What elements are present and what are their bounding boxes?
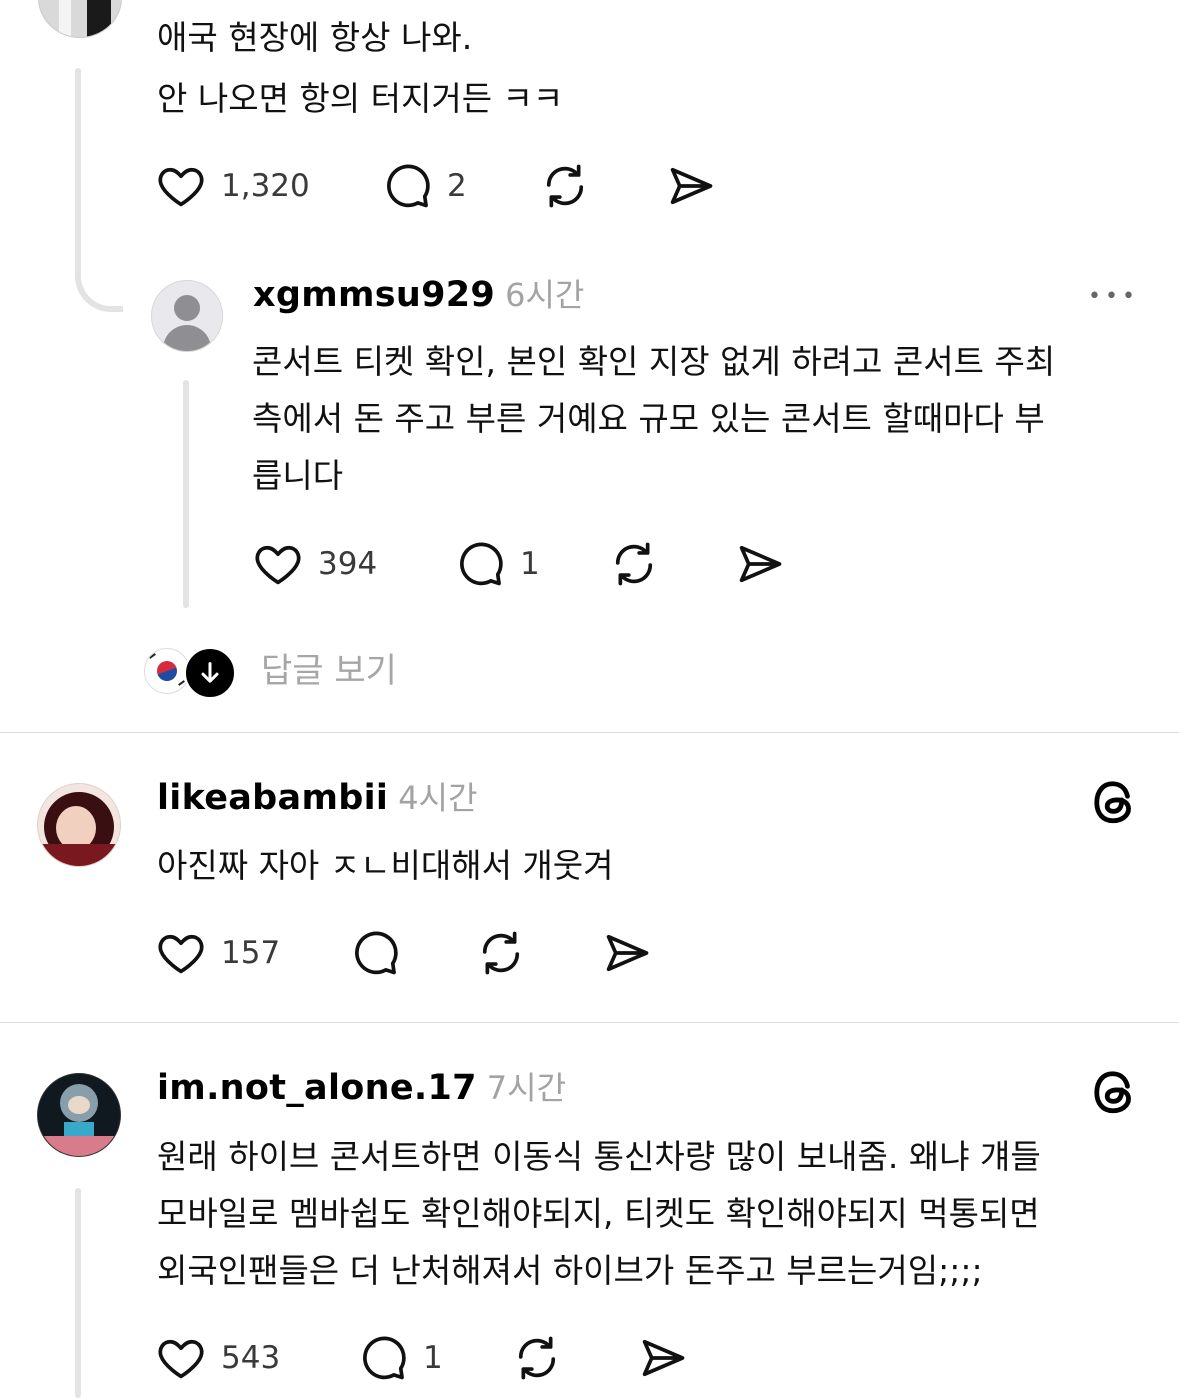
comment-button[interactable]: 1 [357,1328,443,1388]
repost-button[interactable] [539,156,591,216]
repost-icon [608,538,660,590]
heart-icon [155,927,207,979]
thread-line [75,1188,81,1398]
like-button[interactable]: 543 [155,1328,280,1388]
repost-icon [511,1332,563,1384]
post-text-line: 안 나오면 항의 터지거든 ㅋㅋ [157,79,564,118]
avatar-default[interactable] [151,280,223,352]
like-count: 394 [318,546,378,582]
repost-button[interactable] [511,1328,563,1388]
thread-line [183,380,189,608]
share-icon [665,160,717,212]
reply-text-line: 콘서트 티켓 확인, 본인 확인 지장 없게 하려고 콘서트 주최 [252,342,1056,381]
reply-header: xgmmsu929 6시간 [253,270,584,320]
repost-button[interactable] [608,534,660,594]
post-text-line: 외국인팬들은 더 난처해져서 하이브가 돈주고 부르는거임;;;; [157,1251,983,1290]
comment-icon [349,927,401,979]
share-icon [734,538,786,590]
timestamp: 4시간 [398,779,478,817]
like-count: 543 [221,1340,281,1376]
comment-icon [454,538,506,590]
post-header: im.not_alone.17 7시간 [157,1063,566,1113]
share-button[interactable] [601,923,653,983]
share-button[interactable] [734,534,786,594]
like-count: 157 [221,935,281,971]
avatar[interactable] [37,1073,121,1157]
repost-icon [539,160,591,212]
comment-icon [381,160,433,212]
timestamp: 7시간 [486,1069,567,1107]
threads-logo-icon[interactable] [1090,777,1140,827]
view-replies-row[interactable]: 답글 보기 [144,646,424,699]
divider [0,1022,1179,1023]
comment-button[interactable]: 2 [381,156,467,216]
share-button[interactable] [665,156,717,216]
threads-logo-icon[interactable] [1090,1067,1140,1117]
avatar[interactable] [38,0,122,38]
username[interactable]: likeabambii [157,778,388,818]
like-count: 1,320 [221,168,310,204]
timestamp: 6시간 [505,276,585,314]
more-options-button[interactable]: ••• [1088,286,1139,308]
username[interactable]: xgmmsu929 [253,275,495,315]
repost-icon [475,927,527,979]
comment-button[interactable]: 1 [454,534,540,594]
thread-line [75,68,81,280]
comment-count: 2 [447,168,467,204]
arrow-down-icon [184,647,236,699]
heart-icon [155,1332,207,1384]
view-replies-label: 답글 보기 [261,651,397,691]
post-text-line: 아진짜 자아 ㅈㄴ비대해서 개웃겨 [157,846,614,885]
share-icon [601,927,653,979]
like-button[interactable]: 157 [155,923,280,983]
comment-count: 1 [520,546,540,582]
reply-text-line: 릅니다 [252,456,344,495]
share-button[interactable] [637,1328,689,1388]
comment-button[interactable] [349,923,401,983]
reply-text-line: 측에서 돈 주고 부른 거예요 규모 있는 콘서트 할때마다 부 [252,399,1045,438]
thread-connector [75,250,123,312]
heart-icon [252,538,304,590]
comment-count: 1 [423,1340,443,1376]
share-icon [637,1332,689,1384]
post-header: likeabambii 4시간 [157,773,477,823]
post-text-line: 모바일로 멤바쉽도 확인해야되지, 티켓도 확인해야되지 먹통되면 [157,1194,1040,1233]
post-text-line: 원래 하이브 콘서트하면 이동식 통신차량 많이 보내줌. 왜냐 걔들 [157,1137,1041,1176]
username[interactable]: im.not_alone.17 [157,1068,477,1108]
post-text-line: 애국 현장에 항상 나와. [157,18,473,57]
avatar[interactable] [37,783,121,867]
repost-button[interactable] [475,923,527,983]
divider [0,732,1179,733]
like-button[interactable]: 394 [252,534,377,594]
comment-icon [357,1332,409,1384]
heart-icon [155,160,207,212]
like-button[interactable]: 1,320 [155,156,310,216]
